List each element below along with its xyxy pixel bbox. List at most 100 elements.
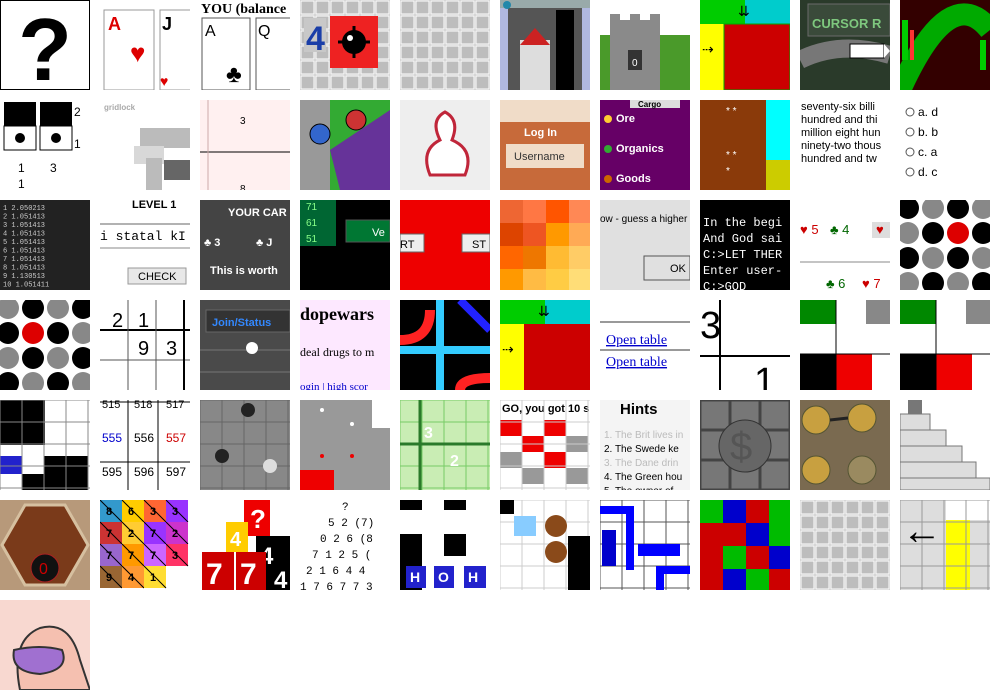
tile-minesweeper-4[interactable]: 4: [300, 0, 390, 90]
tile-stats-list[interactable]: 1 2.050213 2 1.051413 3 1.051413 4 1.051413…: [0, 200, 90, 290]
tile-neon-pipes[interactable]: [400, 300, 490, 390]
tile-red-green-bars[interactable]: [900, 0, 990, 90]
tile-number-grid[interactable]: 515 518 517 555 556 557 595 596 597: [100, 400, 190, 490]
tile-login[interactable]: Log In Username: [500, 100, 590, 190]
tile-green-red-blocks-b[interactable]: [900, 300, 990, 390]
tile-metal-puzzle[interactable]: $: [700, 400, 790, 490]
tile-text: gridlock: [104, 103, 136, 112]
tile-text: 517: [166, 400, 184, 411]
tile-brass-puzzle[interactable]: [800, 400, 890, 490]
tile-text: 8: [106, 506, 112, 518]
tile-text: A: [108, 14, 121, 34]
tile-text: 555: [102, 431, 122, 445]
tile-dopewars[interactable]: dopewars deal drugs to m ogin | high scor: [300, 300, 390, 390]
tile-card-balance[interactable]: YOU (balance A ♣ Q: [200, 0, 290, 90]
tile-brown-circles[interactable]: [500, 500, 590, 590]
tile-text: C:>LET THER: [703, 248, 782, 262]
tile-hints[interactable]: Hints 1. The Brit lives in 2. The Swede ke…: [600, 400, 690, 490]
tile-grey-board[interactable]: [300, 400, 390, 490]
tile-number-text[interactable]: seventy-six billi hundred and thi million …: [800, 100, 890, 190]
tile-cursor-race[interactable]: CURSOR R: [800, 0, 890, 90]
tile-your-cards[interactable]: YOUR CAR ♣ 3 ♣ J This is worth: [200, 200, 290, 290]
tile-text: ♣: [226, 61, 242, 88]
tile-guess-higher[interactable]: ow - guess a higher OK: [600, 200, 690, 290]
tile-text: 7 1.051413: [3, 256, 45, 264]
tile-card-values[interactable]: ♥ 5 ♣ 4 ♥ ♣ 6 ♥ 7: [800, 200, 890, 290]
tile-castle-blue[interactable]: [500, 0, 590, 90]
tile-text: c. a: [918, 145, 938, 159]
tile-text: i statal kI: [100, 229, 186, 244]
tile-radio-quiz[interactable]: a. d b. b c. a d. c: [900, 100, 990, 190]
tile-number-3-1[interactable]: 31: [700, 300, 790, 390]
tile-red-buttons[interactable]: RT ST: [400, 200, 490, 290]
tile-text: 515: [102, 400, 120, 411]
tile-open-table[interactable]: Open table Open table: [600, 300, 690, 390]
tile-text: * *: [726, 150, 737, 161]
tile-sudoku-numbers[interactable]: 21 93: [100, 300, 190, 390]
tile-blue-pipes[interactable]: [600, 500, 690, 590]
tile-color-arrows[interactable]: ⇊ ⇢: [700, 0, 790, 90]
tile-text: b. b: [918, 125, 938, 139]
tile-pink-pinup[interactable]: [400, 100, 490, 190]
tile-text: ?: [250, 504, 266, 534]
tile-card-ace-hearts[interactable]: A ♥ J ♥: [100, 0, 190, 90]
tile-grey-grid-b[interactable]: [800, 500, 890, 590]
tile-text: LEVEL 1: [132, 200, 176, 211]
tile-text: 8: [240, 184, 246, 190]
tile-arrow-yellow[interactable]: ←: [900, 500, 990, 590]
tile-join-status[interactable]: Join/Status: [200, 300, 290, 390]
tile-rgb-blocks[interactable]: [700, 500, 790, 590]
tile-text: 5 2 (7): [328, 518, 374, 530]
tile-green-sudoku[interactable]: 32: [400, 400, 490, 490]
tile-green-numbers[interactable]: 71 61 51 Ve: [300, 200, 390, 290]
tile-circle-grid-a[interactable]: [900, 200, 990, 290]
tile-text: Open table: [606, 333, 667, 348]
tile-question-mark[interactable]: ?: [0, 0, 90, 90]
tile-text: 596: [134, 465, 154, 479]
tile-text: 2: [112, 310, 123, 332]
tile-text: 518: [134, 400, 152, 411]
tile-text: 6: [128, 506, 134, 518]
tile-text: 1: [18, 177, 25, 190]
tile-grey-grid[interactable]: [400, 0, 490, 90]
tile-color-arrows-b[interactable]: ⇊ ⇢: [500, 300, 590, 390]
tile-hex-board[interactable]: 0: [0, 500, 90, 590]
tile-text: 7: [106, 550, 112, 562]
tile-text: Enter user-: [703, 264, 782, 278]
tile-text: ♣ 3: [204, 237, 220, 249]
tile-orange-gradient[interactable]: [500, 200, 590, 290]
tile-card-sevens[interactable]: ? 4 4 7 7 4: [200, 500, 290, 590]
tile-purple-pinup[interactable]: [0, 600, 90, 690]
tile-green-blob[interactable]: [300, 100, 390, 190]
tile-castle-zero[interactable]: 0: [600, 0, 690, 90]
tile-text: 2. The Swede ke: [604, 444, 679, 455]
tile-triangle-puzzle[interactable]: 8 6 3 3 7 2 7 2 7 7 7 3 9 4 1: [100, 500, 190, 590]
tile-gridlock[interactable]: gridlock: [100, 100, 190, 190]
tile-black-squares-dots[interactable]: 2 1 1 3 1: [0, 100, 90, 190]
tile-text: Log In: [524, 127, 557, 139]
tile-hoh-blocks[interactable]: HOH: [400, 500, 490, 590]
tile-brown-stars[interactable]: * * * * *: [700, 100, 790, 190]
tile-terminal[interactable]: In the begi And God sai C:>LET THER Enter u…: [700, 200, 790, 290]
tile-text: CHECK: [138, 271, 177, 283]
tile-cargo[interactable]: Cargo Ore Organics Goods: [600, 100, 690, 190]
tile-text: 3. The Dane drin: [604, 458, 678, 469]
tile-pink-sudoku[interactable]: 38: [200, 100, 290, 190]
tile-text: RT: [400, 239, 415, 251]
tile-level1[interactable]: LEVEL 1 i statal kI CHECK: [100, 200, 190, 290]
tile-tetris-blue[interactable]: [0, 400, 90, 490]
tile-text: ♥: [876, 222, 884, 237]
tile-grey-spheres[interactable]: [200, 400, 290, 490]
tile-go-tiles[interactable]: GO, you got 10 s: [500, 400, 590, 490]
tile-text: 9: [106, 572, 112, 584]
tile-text: ninety-two thous: [801, 140, 882, 152]
tile-text: 595: [102, 465, 122, 479]
tile-circle-grid-b[interactable]: [0, 300, 90, 390]
tile-text: 1: [18, 161, 25, 175]
tile-staircase[interactable]: [900, 400, 990, 490]
tile-text: 2: [74, 105, 81, 119]
tile-green-red-blocks[interactable]: [800, 300, 890, 390]
tile-text: 1: [150, 572, 156, 584]
tile-number-pyramid[interactable]: ? 5 2 (7) 0 2 6 (8 7 1 2 5 (2 1 6 4 4 1 7 6 …: [300, 500, 390, 590]
tile-text: YOUR CAR: [228, 207, 287, 219]
